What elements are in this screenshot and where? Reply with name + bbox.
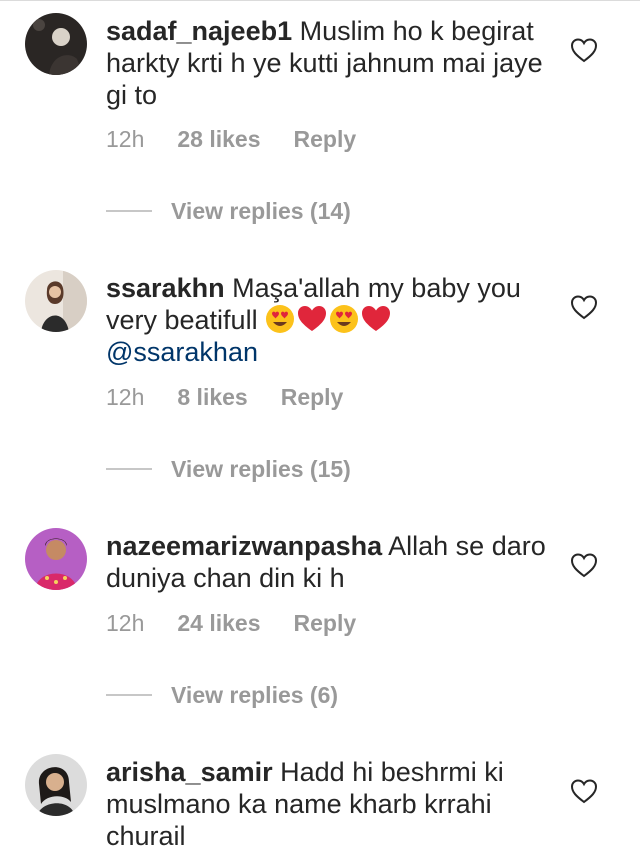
comment-mention[interactable]: @ssarakhan: [106, 337, 258, 367]
avatar[interactable]: [25, 754, 87, 816]
replies-divider: [106, 694, 152, 696]
comment-username[interactable]: nazeemarizwanpasha: [106, 531, 382, 561]
comment-text: ssarakhn Maşa'allah my baby you very bea…: [106, 272, 546, 368]
comment-time: 12h: [106, 610, 145, 636]
reply-button[interactable]: Reply: [281, 382, 344, 412]
comment-username[interactable]: ssarakhn: [106, 273, 225, 303]
heart-eyes-emoji-icon: [265, 304, 295, 334]
comment-likes[interactable]: 28 likes: [177, 124, 260, 154]
view-replies-button[interactable]: View replies (14): [106, 196, 351, 226]
reply-button[interactable]: Reply: [294, 608, 357, 638]
comment-username[interactable]: arisha_samir: [106, 757, 273, 787]
view-replies-label: View replies (14): [171, 197, 351, 224]
avatar[interactable]: [25, 528, 87, 590]
replies-divider: [106, 468, 152, 470]
heart-eyes-emoji-icon: [329, 304, 359, 334]
top-divider: [0, 0, 640, 1]
like-heart-icon[interactable]: [570, 37, 598, 63]
comment-likes[interactable]: 8 likes: [177, 382, 247, 412]
red-heart-emoji-icon: [361, 304, 391, 334]
comment-time: 12h: [106, 384, 145, 410]
view-replies-button[interactable]: View replies (15): [106, 454, 351, 484]
view-replies-button[interactable]: View replies (6): [106, 680, 338, 710]
like-heart-icon[interactable]: [570, 778, 598, 804]
red-heart-emoji-icon: [297, 304, 327, 334]
reply-button[interactable]: Reply: [294, 124, 357, 154]
comment-meta: 12h 28 likes Reply: [106, 124, 356, 154]
comment-meta: 12h 24 likes Reply: [106, 608, 356, 638]
view-replies-label: View replies (15): [171, 455, 351, 482]
comment-meta: 12h 8 likes Reply: [106, 382, 343, 412]
like-heart-icon[interactable]: [570, 294, 598, 320]
avatar[interactable]: [25, 270, 87, 332]
comment-likes[interactable]: 24 likes: [177, 608, 260, 638]
comment-text: sadaf_najeeb1 Muslim ho k begirat harkty…: [106, 15, 546, 111]
comment-username[interactable]: sadaf_najeeb1: [106, 16, 292, 46]
comment-text: nazeemarizwanpasha Allah se daro duniya …: [106, 530, 546, 594]
comment-text: arisha_samir Hadd hi beshrmi ki muslmano…: [106, 756, 546, 852]
view-replies-label: View replies (6): [171, 681, 339, 708]
replies-divider: [106, 210, 152, 212]
avatar[interactable]: [25, 13, 87, 75]
like-heart-icon[interactable]: [570, 552, 598, 578]
comment-time: 12h: [106, 126, 145, 152]
